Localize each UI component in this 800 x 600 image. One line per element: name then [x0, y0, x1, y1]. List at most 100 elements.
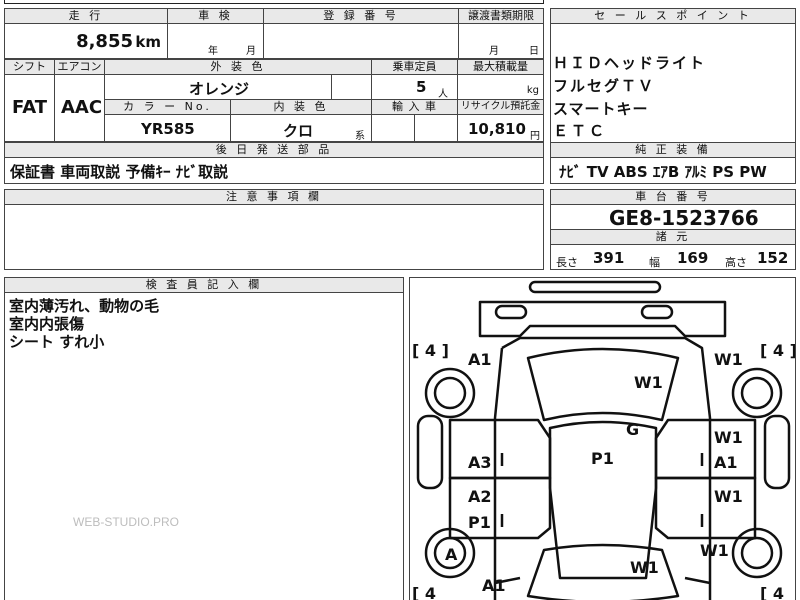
- width-label: 幅: [649, 256, 660, 269]
- wheel-front-right-inner-shape: [740, 376, 774, 410]
- mileage-header: 走 行: [4, 8, 168, 24]
- shaken-month: 月: [246, 46, 256, 57]
- shift-value: FAT: [12, 97, 48, 118]
- mark-w1-right-front-door: W1: [714, 428, 743, 447]
- mark-w1-windshield: W1: [634, 373, 663, 392]
- max-load-header: 最大積載量: [457, 59, 544, 75]
- left-skirt-shape: [416, 414, 444, 490]
- width-value: 169: [677, 249, 709, 267]
- mark-a3-left-front-door: A3: [468, 453, 492, 472]
- tire-tr-label: [ 4 ]: [760, 341, 796, 360]
- right-skirt-shape: [763, 414, 791, 490]
- equipment-cell: ﾅﾋﾞ TV ABS ｴｱB ｱﾙﾐ PS PW: [550, 157, 796, 184]
- car-diagram-panel: [ 4 ] [ 4 ] [ 4 [ 4 A1 W1 W1 G P1 W1 A1 …: [409, 277, 796, 600]
- max-load-unit: kg: [526, 85, 539, 96]
- exterior-color-extra-cell: [331, 74, 372, 100]
- recycle-cell: 10,810 円: [457, 114, 544, 142]
- recycle-unit: 円: [530, 131, 540, 142]
- interior-color-suffix: 系: [355, 131, 365, 142]
- chassis-header: 車 台 番 号: [550, 189, 796, 205]
- color-no-value: YR585: [141, 120, 195, 138]
- front-lamp-left-shape: [494, 304, 528, 320]
- recycle-value: 10,810: [468, 120, 526, 138]
- transfer-month: 月: [489, 46, 499, 57]
- left-door-front-shape: [448, 418, 552, 480]
- tire-bl-label: [ 4: [412, 584, 436, 600]
- mark-w1-front-right: W1: [714, 350, 743, 369]
- sales-point-1: ＨＩＤヘッドライト: [553, 54, 707, 72]
- exterior-color-cell: オレンジ: [104, 74, 332, 100]
- color-no-header: カ ラ ー No.: [104, 99, 231, 115]
- wheel-front-right-shape: [731, 367, 783, 419]
- import-cell-b: [414, 114, 458, 142]
- front-lamp-right-shape: [640, 304, 674, 320]
- inspector-line-3: シート すれ小: [9, 333, 105, 351]
- parts-header: 後 日 発 送 部 品: [4, 142, 544, 158]
- mark-w1-right-rear-quarter: W1: [700, 541, 729, 560]
- length-label: 長さ: [556, 256, 578, 269]
- mark-a1-front-left: A1: [468, 350, 492, 369]
- mark-a-left-rear-wheel: A: [445, 545, 458, 564]
- interior-color-header: 内 装 色: [230, 99, 372, 115]
- dimensions-header: 諸 元: [550, 229, 796, 245]
- exterior-color-value: オレンジ: [189, 80, 250, 98]
- mileage-value: 8,855: [76, 31, 133, 52]
- aircon-value: AAC: [61, 97, 103, 118]
- recycle-header: リサイクル預託金: [457, 99, 544, 115]
- max-load-cell: kg: [457, 74, 544, 100]
- parts-cell: 保証書 車両取説 予備ｷｰ ﾅﾋﾞ取説: [4, 157, 544, 184]
- mark-w1-right-rear-door: W1: [714, 487, 743, 506]
- shift-header: シフト: [4, 59, 55, 75]
- mileage-unit: km: [135, 33, 161, 51]
- wheel-front-left-inner-shape: [433, 376, 467, 410]
- equipment-header: 純 正 装 備: [550, 142, 796, 158]
- notes-cell: [4, 204, 544, 270]
- mark-a1-rear-left: A1: [482, 576, 506, 595]
- dimensions-cell: 長さ 391 幅 169 高さ 152: [550, 244, 796, 270]
- mark-a2-left-rear-door: A2: [468, 487, 492, 506]
- seats-unit: 人: [438, 89, 448, 100]
- tire-br-label: [ 4: [760, 584, 784, 600]
- seats-cell: 5 人: [371, 74, 458, 100]
- mark-p1-left-rear-door: P1: [468, 513, 491, 532]
- import-header: 輸 入 車: [371, 99, 458, 115]
- car-diagram: [ 4 ] [ 4 ] [ 4 [ 4 A1 W1 W1 G P1 W1 A1 …: [412, 280, 796, 600]
- length-value: 391: [593, 249, 625, 267]
- sales-point-2: フルセグＴＶ: [553, 77, 656, 95]
- interior-color-cell: クロ 系: [230, 114, 372, 142]
- seats-value: 5: [416, 78, 427, 96]
- inspector-header: 検 査 員 記 入 欄: [4, 277, 404, 293]
- tire-tl-label: [ 4 ]: [412, 341, 449, 360]
- transfer-deadline-header: 譲渡書類期限: [458, 8, 544, 24]
- notes-header: 注 意 事 項 欄: [4, 189, 544, 205]
- parts-value: 保証書 車両取説 予備ｷｰ ﾅﾋﾞ取説: [10, 163, 229, 181]
- watermark: WEB-STUDIO.PRO: [73, 515, 180, 529]
- mark-p1-roof: P1: [591, 449, 614, 468]
- sales-points-cell: ＨＩＤヘッドライト フルセグＴＶ スマートキー ＥＴＣ: [550, 23, 796, 143]
- shift-cell: FAT: [4, 74, 55, 142]
- roof-shape: [548, 420, 658, 580]
- chassis-cell: GE8-1523766: [550, 204, 796, 230]
- mark-g-roof: G: [626, 420, 639, 439]
- shaken-year: 年: [208, 46, 218, 57]
- height-value: 152: [757, 249, 789, 267]
- aircon-cell: AAC: [54, 74, 105, 142]
- mark-a1-right-front-door: A1: [714, 453, 738, 472]
- shaken-cell: 年 月: [167, 23, 264, 59]
- sales-point-4: ＥＴＣ: [553, 122, 608, 140]
- seats-header: 乗車定員: [371, 59, 458, 75]
- color-no-cell: YR585: [104, 114, 231, 142]
- body-outline-shape: [493, 336, 712, 600]
- mark-w1-rear-glass: W1: [630, 558, 659, 577]
- aircon-header: エアコン: [54, 59, 105, 75]
- shaken-header: 車 検: [167, 8, 264, 24]
- mileage-cell: 8,855 km: [4, 23, 168, 59]
- front-grille-shape: [528, 280, 662, 294]
- import-cell-a: [371, 114, 415, 142]
- top-strip: [4, 0, 544, 4]
- inspector-cell: 室内薄汚れ、動物の毛 室内内張傷 シート すれ小 WEB-STUDIO.PRO: [4, 292, 404, 600]
- interior-color-value: クロ: [283, 122, 314, 140]
- chassis-value: GE8-1523766: [609, 206, 759, 230]
- wheel-rear-right-shape: [731, 527, 783, 579]
- transfer-day: 日: [529, 46, 539, 57]
